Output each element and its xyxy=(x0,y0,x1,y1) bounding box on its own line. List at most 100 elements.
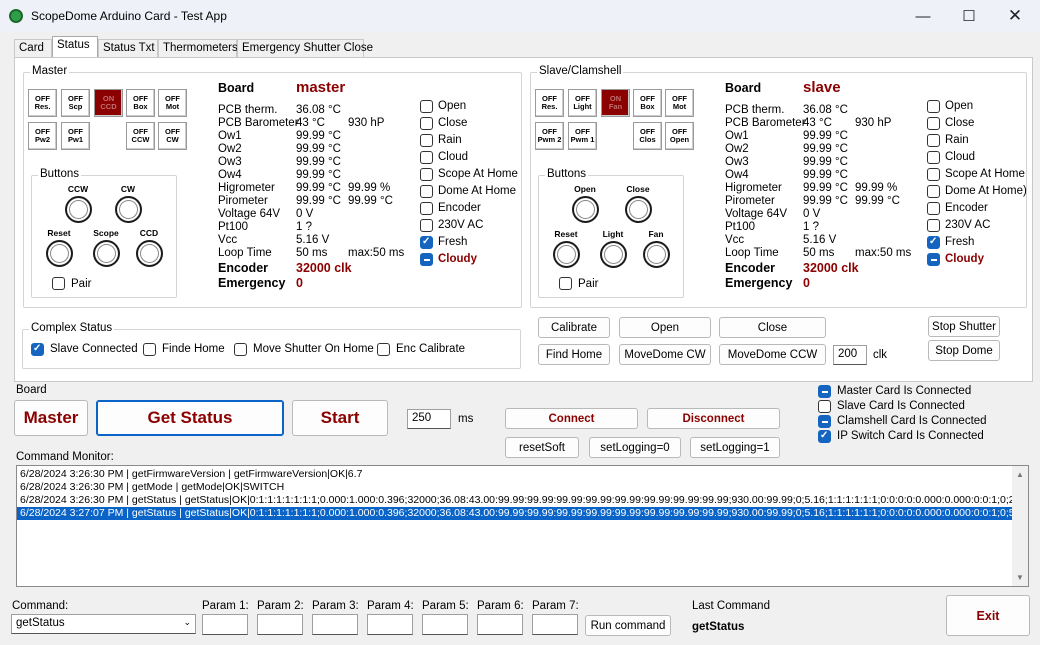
param-input[interactable] xyxy=(422,614,468,635)
connection-checkbox[interactable] xyxy=(818,415,831,428)
master-group-label: Master xyxy=(30,65,70,77)
slave-pair-checkbox[interactable] xyxy=(559,277,572,290)
master-status-checkbox[interactable] xyxy=(420,253,433,266)
calibrate-button[interactable]: Calibrate xyxy=(538,317,610,338)
scroll-down-icon[interactable]: ▼ xyxy=(1016,573,1024,582)
slave-encoder-value: 32000 clk xyxy=(803,261,859,275)
master-row-key: Pirometer xyxy=(218,195,268,207)
run-command-button[interactable]: Run command xyxy=(585,615,671,636)
tab-status-txt[interactable]: Status Txt xyxy=(98,39,158,58)
slave-status-checkbox[interactable] xyxy=(927,202,940,215)
slave-circle-button-2[interactable] xyxy=(553,241,580,268)
connection-checkbox[interactable] xyxy=(818,430,831,443)
master-status-checkbox[interactable] xyxy=(420,185,433,198)
master-status-checkbox[interactable] xyxy=(420,219,433,232)
slave-circle-button-3[interactable] xyxy=(600,241,627,268)
tab-status[interactable]: Status xyxy=(52,36,98,58)
finde-home-checkbox[interactable] xyxy=(143,343,156,356)
master-status-checkbox[interactable] xyxy=(420,236,433,249)
close-shutter-button[interactable]: Close xyxy=(719,317,826,338)
command-combobox[interactable]: getStatus ⌄ xyxy=(11,614,196,634)
close-icon[interactable]: ✕ xyxy=(992,0,1038,32)
get-status-button[interactable]: Get Status xyxy=(96,400,284,436)
clk-input[interactable]: 200 xyxy=(833,345,867,365)
log-line[interactable]: 6/28/2024 3:27:07 PM | getStatus | getSt… xyxy=(17,507,1028,520)
indicator-name: Open xyxy=(669,135,690,144)
slave-status-checkbox[interactable] xyxy=(927,100,940,113)
param-input[interactable] xyxy=(477,614,523,635)
slave-circle-button-0[interactable] xyxy=(572,196,599,223)
log-line[interactable]: 6/28/2024 3:26:30 PM | getFirmwareVersio… xyxy=(17,468,1028,481)
app-gear-icon xyxy=(9,9,23,23)
param-input[interactable] xyxy=(202,614,248,635)
maximize-icon[interactable]: ☐ xyxy=(946,0,992,32)
log-line[interactable]: 6/28/2024 3:26:30 PM | getStatus | getSt… xyxy=(17,494,1028,507)
vertical-scrollbar[interactable]: ▲ ▼ xyxy=(1012,466,1028,586)
slave-status-checkbox[interactable] xyxy=(927,117,940,130)
slave-status-checkbox[interactable] xyxy=(927,151,940,164)
minimize-icon[interactable]: — xyxy=(900,0,946,32)
master-circle-button-4[interactable] xyxy=(136,240,163,267)
connection-checkbox[interactable] xyxy=(818,385,831,398)
disconnect-button[interactable]: Disconnect xyxy=(647,408,780,429)
master-status-checkbox[interactable] xyxy=(420,151,433,164)
tab-thermometers[interactable]: Thermometers xyxy=(158,39,238,58)
param-input[interactable] xyxy=(257,614,303,635)
slave-circle-button-1[interactable] xyxy=(625,196,652,223)
indicator-master-6: OFF Pw1 xyxy=(61,122,90,150)
start-button[interactable]: Start xyxy=(292,400,388,436)
move-shutter-on-home-checkbox[interactable] xyxy=(234,343,247,356)
set-logging-1-button[interactable]: setLogging=1 xyxy=(690,437,780,458)
master-status-checkbox[interactable] xyxy=(420,100,433,113)
stop-dome-button[interactable]: Stop Dome xyxy=(928,340,1000,361)
connect-button[interactable]: Connect xyxy=(505,408,638,429)
reset-soft-button[interactable]: resetSoft xyxy=(505,437,579,458)
move-dome-ccw-button[interactable]: MoveDome CCW xyxy=(719,344,826,365)
connection-checkbox[interactable] xyxy=(818,400,831,413)
indicator-name: Res. xyxy=(34,102,51,111)
enc-calibrate-checkbox[interactable] xyxy=(377,343,390,356)
stop-shutter-button[interactable]: Stop Shutter xyxy=(928,316,1000,337)
slave-connected-checkbox[interactable] xyxy=(31,343,44,356)
chevron-down-icon[interactable]: ⌄ xyxy=(183,617,191,628)
slave-status-checkbox[interactable] xyxy=(927,236,940,249)
slave-circle-button-4[interactable] xyxy=(643,241,670,268)
param-input[interactable] xyxy=(312,614,358,635)
slave-status-checkbox[interactable] xyxy=(927,219,940,232)
param-input[interactable] xyxy=(367,614,413,635)
tab-emergency-shutter-close[interactable]: Emergency Shutter Close xyxy=(237,39,373,58)
indicator-name: Mot xyxy=(672,102,687,111)
set-logging-0-button[interactable]: setLogging=0 xyxy=(589,437,681,458)
master-circle-button-1[interactable] xyxy=(115,196,142,223)
master-circle-label-3: Scope xyxy=(93,228,119,238)
slave-status-checkbox[interactable] xyxy=(927,134,940,147)
interval-input[interactable]: 250 xyxy=(407,409,451,429)
slave-status-checkbox[interactable] xyxy=(927,253,940,266)
slave-status-checkbox[interactable] xyxy=(927,185,940,198)
slave-board-label: Board xyxy=(725,81,762,95)
open-shutter-button[interactable]: Open xyxy=(619,317,711,338)
master-circle-button-2[interactable] xyxy=(46,240,73,267)
slave-status-checkbox[interactable] xyxy=(927,168,940,181)
move-dome-cw-button[interactable]: MoveDome CW xyxy=(619,344,711,365)
master-status-checkbox[interactable] xyxy=(420,134,433,147)
command-monitor-list[interactable]: 6/28/2024 3:26:30 PM | getFirmwareVersio… xyxy=(16,465,1029,587)
master-circle-button-0[interactable] xyxy=(65,196,92,223)
master-pair-checkbox[interactable] xyxy=(52,277,65,290)
connection-label: Clamshell Card Is Connected xyxy=(837,415,987,427)
exit-button[interactable]: Exit xyxy=(946,595,1030,636)
indicator-master-7: OFF CCW xyxy=(126,122,155,150)
master-circle-button-3[interactable] xyxy=(93,240,120,267)
master-status-checkbox[interactable] xyxy=(420,117,433,130)
master-status-checkbox[interactable] xyxy=(420,168,433,181)
log-line[interactable]: 6/28/2024 3:26:30 PM | getMode | getMode… xyxy=(17,481,1028,494)
indicator-name: Scp xyxy=(68,102,83,111)
master-status-checkbox[interactable] xyxy=(420,202,433,215)
tab-card[interactable]: Card xyxy=(14,39,52,58)
master-button[interactable]: Master xyxy=(14,400,88,436)
master-row-key: Vcc xyxy=(218,234,238,246)
param-input[interactable] xyxy=(532,614,578,635)
scroll-up-icon[interactable]: ▲ xyxy=(1016,470,1024,479)
find-home-button[interactable]: Find Home xyxy=(538,344,610,365)
indicator-slave-8: OFF Open xyxy=(665,122,694,150)
